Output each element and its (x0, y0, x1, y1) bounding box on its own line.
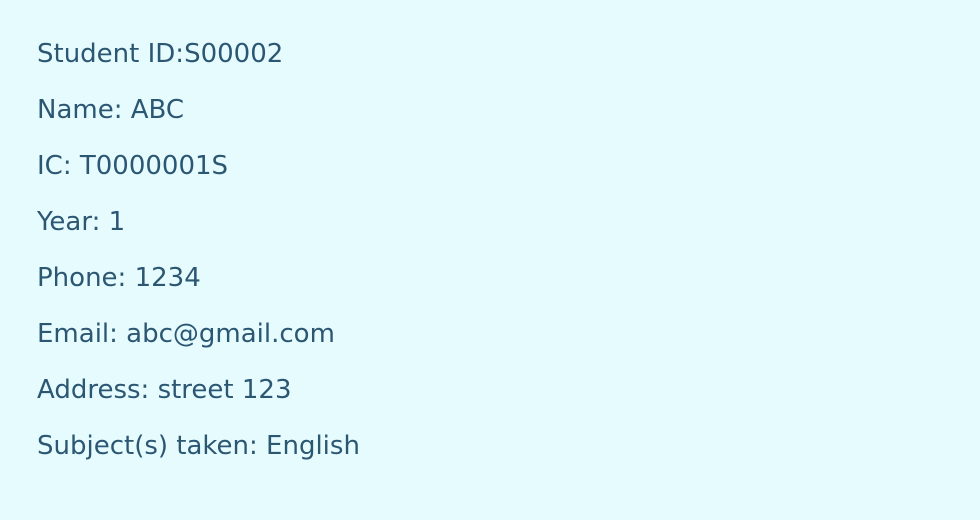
student-name-line: Name: ABC (37, 95, 185, 125)
student-id-line: Student ID:S00002 (37, 39, 284, 69)
student-subjects-line: Subject(s) taken: English (37, 431, 360, 461)
student-phone-line: Phone: 1234 (37, 263, 201, 293)
student-ic-line: IC: T0000001S (37, 151, 229, 181)
student-email-line: Email: abc@gmail.com (37, 319, 335, 349)
student-details-panel: Student ID:S00002 Name: ABC IC: T0000001… (37, 34, 360, 482)
student-year-line: Year: 1 (37, 207, 126, 237)
student-address-line: Address: street 123 (37, 375, 292, 405)
